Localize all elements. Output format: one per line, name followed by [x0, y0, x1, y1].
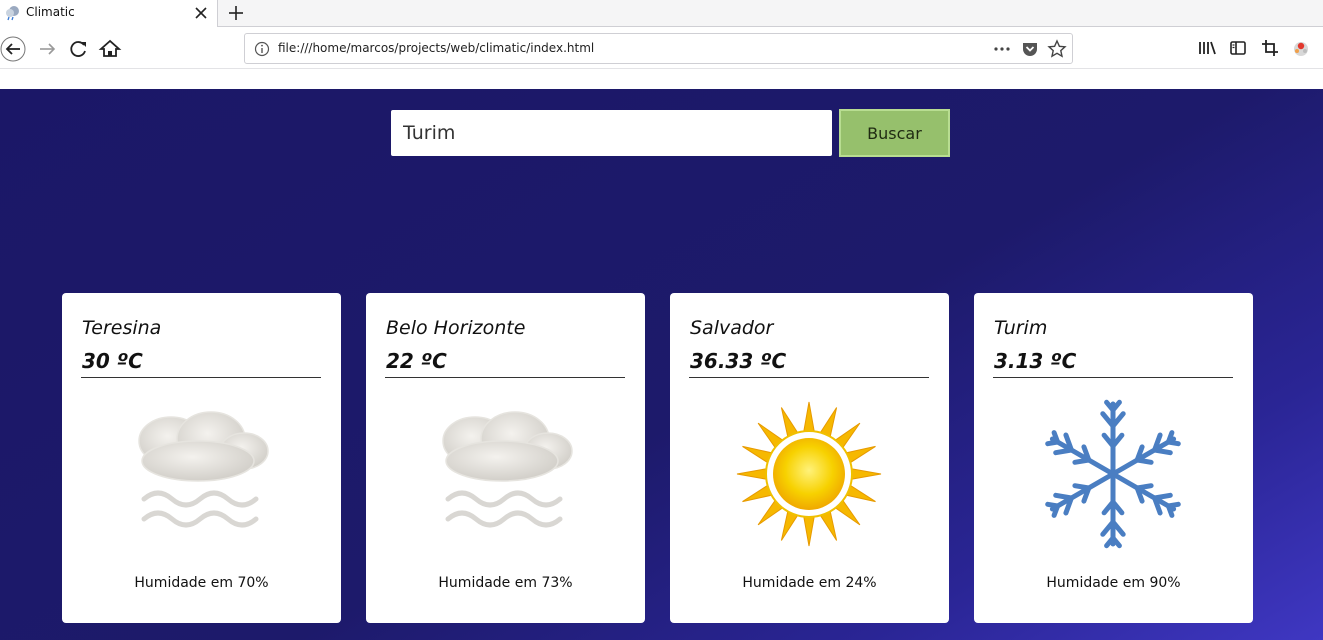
new-tab-icon[interactable]	[226, 3, 246, 23]
city-name: Turim	[994, 317, 1048, 339]
forward-icon[interactable]	[35, 36, 61, 62]
site-info-icon[interactable]	[254, 41, 270, 57]
divider	[81, 377, 321, 378]
divider	[993, 377, 1233, 378]
close-tab-icon[interactable]	[192, 4, 210, 22]
humidity-text: Humidade em 90%	[1046, 575, 1181, 591]
browser-navbar: file:///home/marcos/projects/web/climati…	[0, 28, 1323, 69]
tab-title: Climatic	[26, 5, 75, 19]
temperature: 30 ºC	[82, 349, 143, 373]
bookmark-star-icon[interactable]	[1047, 39, 1067, 59]
humidity-text: Humidade em 24%	[742, 575, 877, 591]
url-bar[interactable]: file:///home/marcos/projects/web/climati…	[244, 33, 1073, 64]
sun-icon	[736, 401, 882, 547]
browser-tab[interactable]: Climatic	[0, 0, 218, 27]
city-name: Belo Horizonte	[386, 317, 526, 339]
weather-card: Teresina 30 ºC Humidade em 70%	[62, 293, 341, 623]
temperature: 36.33 ºC	[690, 349, 787, 373]
humidity-text: Humidade em 70%	[134, 575, 269, 591]
page-actions-more-icon[interactable]	[993, 40, 1011, 58]
fog-icon	[442, 411, 573, 528]
extension-icon[interactable]	[1291, 38, 1311, 58]
back-icon[interactable]	[0, 36, 26, 62]
city-name: Teresina	[82, 317, 162, 339]
search-button[interactable]: Buscar	[839, 109, 950, 157]
library-icon[interactable]	[1197, 38, 1217, 58]
reload-icon[interactable]	[66, 36, 92, 62]
city-search-input[interactable]	[391, 110, 832, 156]
divider	[689, 377, 929, 378]
screenshot-crop-icon[interactable]	[1260, 38, 1280, 58]
temperature: 3.13 ºC	[994, 349, 1077, 373]
page-content: Buscar Teresina 30 ºC Humidade	[0, 89, 1323, 640]
weather-card: Turim 3.13 ºC Humidade em 90%	[974, 293, 1253, 623]
weather-card: Belo Horizonte 22 ºC Humidade em 73%	[366, 293, 645, 623]
pocket-icon[interactable]	[1021, 40, 1039, 58]
temperature: 22 ºC	[386, 349, 447, 373]
home-icon[interactable]	[97, 36, 123, 62]
weather-card: Salvador 36.33 ºC Humidade em 24%	[670, 293, 949, 623]
humidity-text: Humidade em 73%	[438, 575, 573, 591]
fog-icon	[138, 411, 269, 528]
divider	[385, 377, 625, 378]
url-text[interactable]: file:///home/marcos/projects/web/climati…	[278, 41, 594, 55]
city-name: Salvador	[690, 317, 774, 339]
sidebar-icon[interactable]	[1228, 38, 1248, 58]
snowflake-icon	[1045, 399, 1181, 549]
weather-favicon-icon	[6, 6, 19, 21]
browser-tabbar: Climatic	[0, 0, 1323, 27]
